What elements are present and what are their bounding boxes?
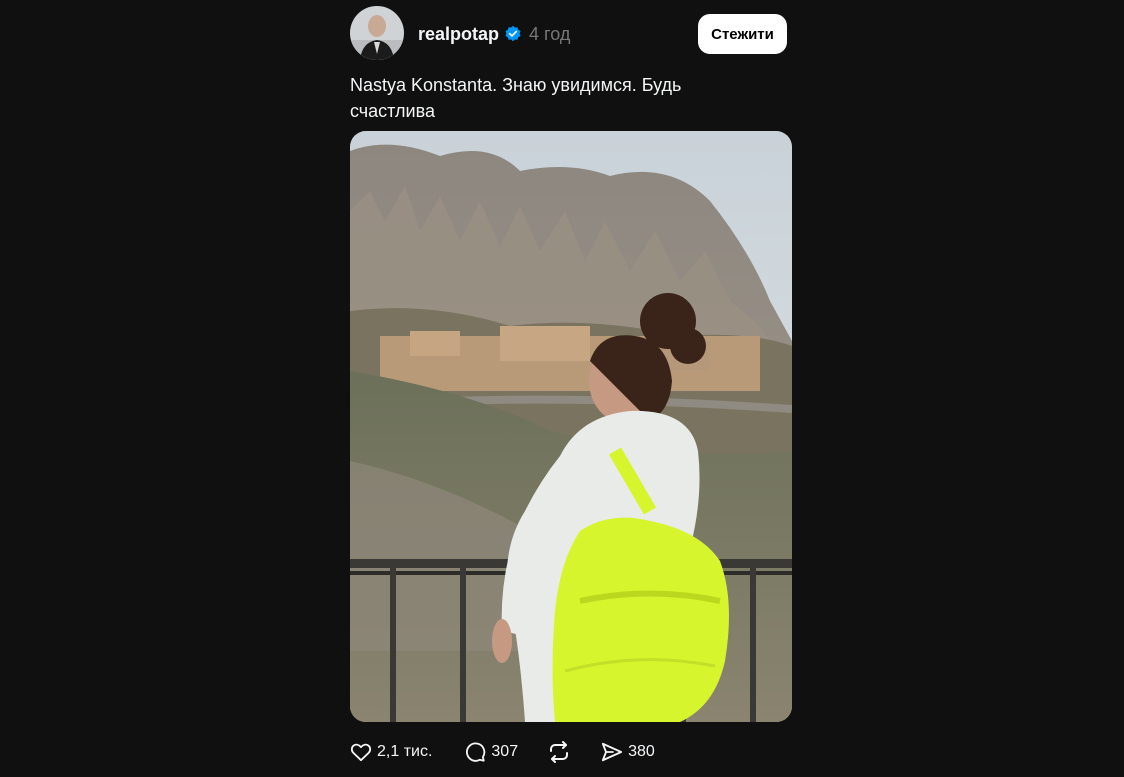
share-count: 380 <box>628 743 655 760</box>
comment-count: 307 <box>491 743 519 760</box>
repost-icon <box>550 741 569 763</box>
username-link[interactable]: realpotap <box>418 24 499 45</box>
comment-bubble-icon <box>466 742 486 762</box>
send-icon <box>602 742 623 762</box>
post-image[interactable] <box>350 131 792 722</box>
follow-button[interactable]: Стежити <box>698 14 787 54</box>
like-count: 2,1 тис. <box>377 743 433 760</box>
verified-badge-icon <box>504 25 522 43</box>
post-timestamp: 4 год <box>529 23 571 44</box>
post-actions: 2,1 тис. 307 380 <box>350 738 655 766</box>
comment-button[interactable]: 307 <box>464 741 518 763</box>
post-caption: Nastya Konstanta. Знаю увидимся. Будь сч… <box>350 75 682 121</box>
avatar[interactable] <box>350 6 404 60</box>
heart-icon <box>350 743 372 762</box>
repost-button[interactable] <box>547 741 571 763</box>
like-button[interactable]: 2,1 тис. <box>350 742 432 762</box>
post-author-line: realpotap 4 год <box>418 20 570 48</box>
share-button[interactable]: 380 <box>601 741 655 763</box>
